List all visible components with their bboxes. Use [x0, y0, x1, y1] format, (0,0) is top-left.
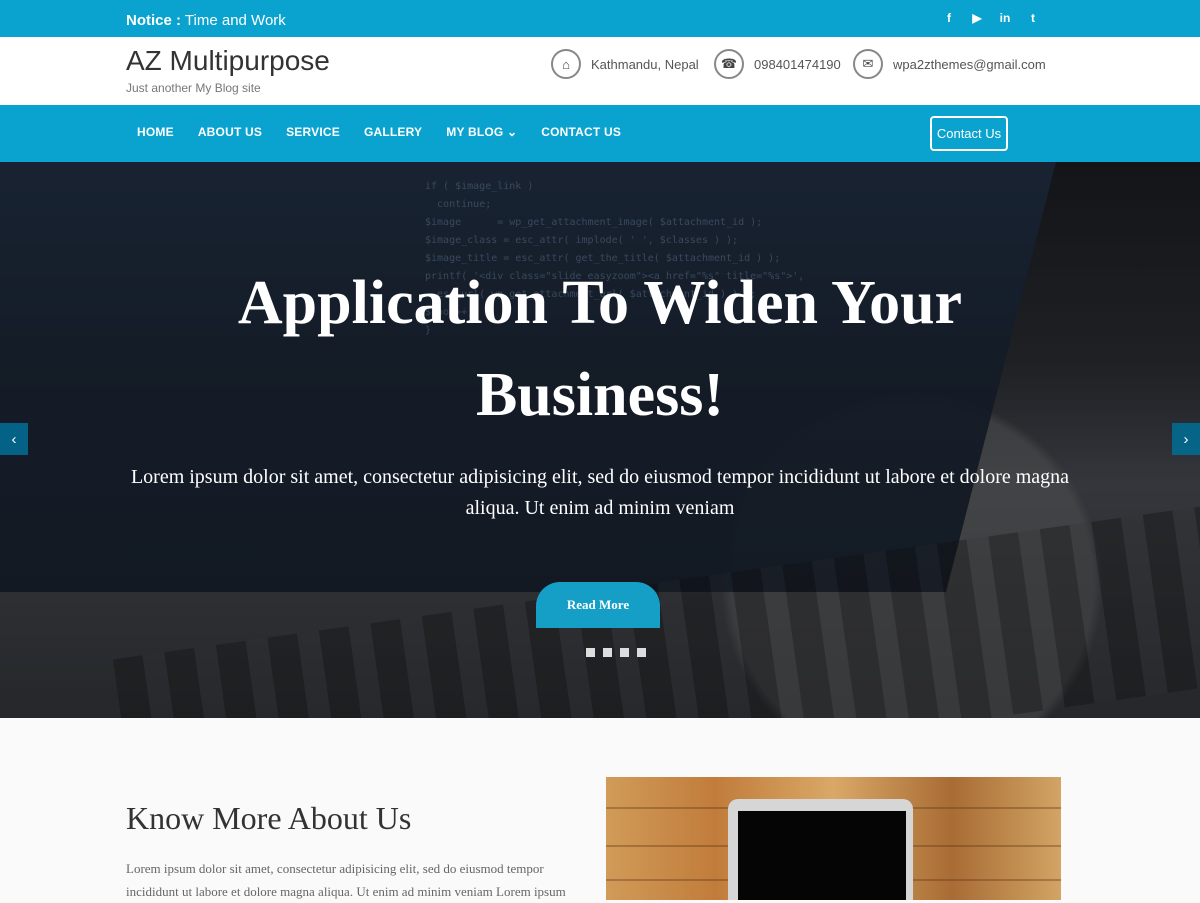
hero-slider: if ( $image_link ) continue; $image = wp… [0, 162, 1200, 718]
site-title[interactable]: AZ Multipurpose [126, 45, 330, 77]
phone-icon: ☎ [714, 49, 744, 79]
social-links: f ▶ in t [942, 11, 1040, 25]
nav-my-blog-label: MY BLOG [446, 125, 504, 139]
slider-dot-2[interactable] [603, 648, 612, 657]
read-more-button[interactable]: Read More [536, 582, 660, 628]
email-text: wpa2zthemes@gmail.com [893, 56, 1046, 72]
address-text: Kathmandu, Nepal [591, 56, 699, 72]
email-contact: ✉ wpa2zthemes@gmail.com [853, 49, 1046, 79]
nav-items: HOME ABOUT US SERVICE GALLERY MY BLOG ⌄ … [137, 125, 621, 139]
nav-contact-us[interactable]: CONTACT US [541, 125, 621, 139]
top-notice-bar: Notice : Time and Work f ▶ in t [0, 0, 1200, 37]
next-slide-button[interactable]: › [1172, 423, 1200, 455]
phone-text: 098401474190 [754, 56, 841, 72]
nav-home[interactable]: HOME [137, 125, 174, 139]
nav-my-blog[interactable]: MY BLOG ⌄ [446, 125, 517, 139]
phone-contact: ☎ 098401474190 [714, 49, 841, 79]
laptop-screen-black [738, 811, 906, 900]
site-header: AZ Multipurpose Just another My Blog sit… [0, 37, 1200, 105]
hero-description: Lorem ipsum dolor sit amet, consectetur … [130, 466, 1070, 519]
previous-slide-button[interactable]: ‹ [0, 423, 28, 455]
twitter-icon[interactable]: t [1026, 11, 1040, 25]
about-section-title: Know More About Us [126, 800, 412, 836]
youtube-icon[interactable]: ▶ [970, 11, 984, 25]
facebook-icon[interactable]: f [942, 11, 956, 25]
notice-label: Notice : [126, 12, 182, 29]
nav-gallery[interactable]: GALLERY [364, 125, 422, 139]
slider-dot-4[interactable] [637, 648, 646, 657]
nav-about-us[interactable]: ABOUT US [198, 125, 262, 139]
home-icon: ⌂ [551, 49, 581, 79]
linkedin-icon[interactable]: in [998, 11, 1012, 25]
contact-us-button[interactable]: Contact Us [930, 116, 1008, 151]
hero-title: Application To Widen Your Business! [237, 269, 963, 429]
chevron-down-icon: ⌄ [507, 125, 518, 139]
about-section-text: Lorem ipsum dolor sit amet, consectetur … [126, 861, 566, 899]
slider-pagination [586, 648, 646, 657]
nav-service[interactable]: SERVICE [286, 125, 340, 139]
address-contact: ⌂ Kathmandu, Nepal [551, 49, 699, 79]
main-navigation: HOME ABOUT US SERVICE GALLERY MY BLOG ⌄ … [0, 105, 1200, 162]
notice-message: Time and Work [184, 12, 286, 29]
slider-dot-1[interactable] [586, 648, 595, 657]
envelope-icon: ✉ [853, 49, 883, 79]
about-image [606, 777, 1061, 900]
site-tagline: Just another My Blog site [126, 81, 261, 95]
notice-text: Notice : Time and Work [126, 12, 286, 29]
slider-dot-3[interactable] [620, 648, 629, 657]
